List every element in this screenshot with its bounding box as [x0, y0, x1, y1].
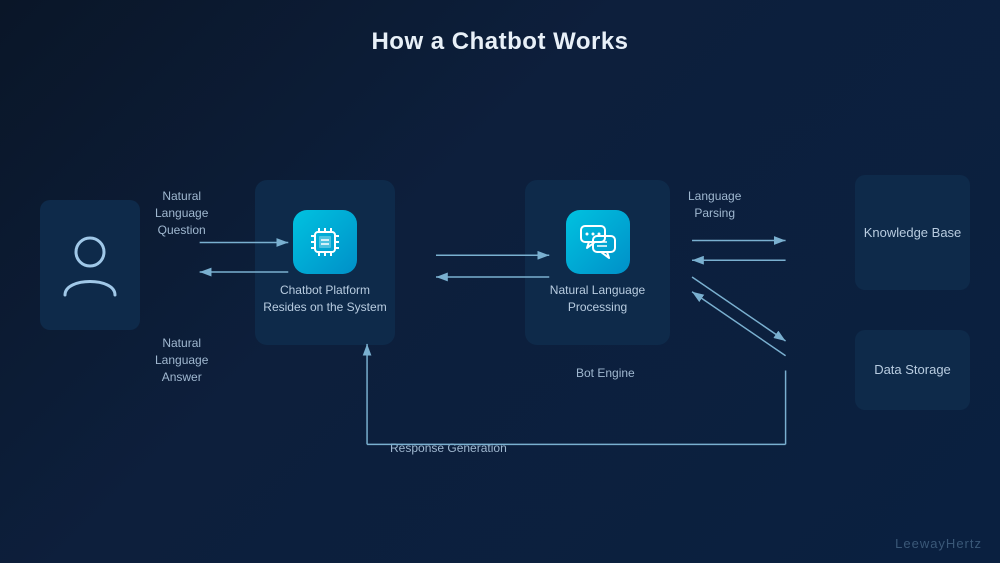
chatbot-platform-label: Chatbot Platform Resides on the System — [255, 282, 395, 316]
chatbot-platform-icon — [293, 210, 357, 274]
response-generation-label: Response Generation — [390, 440, 507, 457]
data-storage-label: Data Storage — [874, 360, 951, 380]
knowledge-base-label: Knowledge Base — [864, 223, 962, 243]
page-title: How a Chatbot Works — [0, 0, 1000, 56]
nlp-label: Natural Language Processing — [525, 282, 670, 316]
nlp-icon — [566, 210, 630, 274]
user-box — [40, 200, 140, 330]
knowledge-base-box: Knowledge Base — [855, 175, 970, 290]
natural-language-answer-label: NaturalLanguageAnswer — [155, 335, 208, 385]
language-parsing-label: LanguageParsing — [688, 188, 741, 222]
watermark: LeewayHertz — [895, 536, 982, 551]
natural-language-question-label: NaturalLanguageQuestion — [155, 188, 208, 238]
bot-engine-label: Bot Engine — [576, 365, 635, 382]
chatbot-platform-box: Chatbot Platform Resides on the System — [255, 180, 395, 345]
nlp-box: Natural Language Processing — [525, 180, 670, 345]
data-storage-box: Data Storage — [855, 330, 970, 410]
arrows-svg — [0, 80, 1000, 533]
user-icon — [60, 230, 120, 300]
